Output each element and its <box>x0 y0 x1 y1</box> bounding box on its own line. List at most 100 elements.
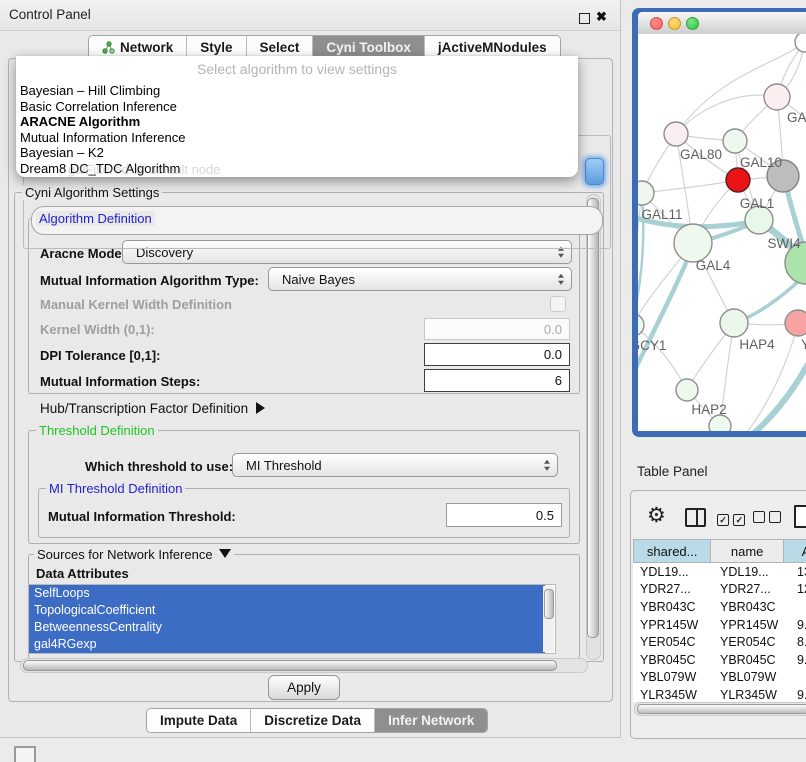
tab-label: Network <box>120 40 173 55</box>
manual-kernel-width-checkbox[interactable] <box>550 296 566 312</box>
mi-algorithm-type-combobox[interactable]: Naive Bayes <box>268 267 572 291</box>
algorithm-option[interactable]: Mutual Information Inference <box>20 130 574 146</box>
network-node-label: GAL <box>787 110 806 125</box>
table-cell: 9. <box>787 688 806 702</box>
hub-definition-section[interactable]: Hub/Transcription Factor Definition <box>40 401 265 416</box>
column-header-shared-name[interactable]: shared... <box>633 539 711 563</box>
attributes-scrollbar-track[interactable] <box>543 586 554 652</box>
algorithm-option[interactable]: Bayesian – Hill Climbing <box>20 83 574 99</box>
network-edge[interactable] <box>638 244 694 380</box>
table-panel-title: Table Panel <box>637 464 708 479</box>
settings-hscrollbar-thumb[interactable] <box>23 660 557 671</box>
algorithm-option[interactable]: ARACNE Algorithm <box>20 114 574 130</box>
float-window-icon[interactable] <box>579 13 590 24</box>
network-node[interactable] <box>674 224 712 262</box>
zoom-window-icon[interactable] <box>686 17 699 30</box>
apply-button[interactable]: Apply <box>268 675 340 700</box>
split-columns-icon[interactable] <box>685 508 706 527</box>
table-row[interactable]: YDR27...YDR27...12 <box>633 581 806 599</box>
minimize-window-icon[interactable] <box>668 17 681 30</box>
mi-threshold-label: Mutual Information Threshold: <box>48 509 236 524</box>
table-panel: ⚙ ✓ ✓ shared... name A YDL19...YDL19...1… <box>630 490 806 739</box>
table-cell: YPR145W <box>633 618 713 632</box>
table-cell: YLR345W <box>713 688 787 702</box>
network-node-label: SWI4 <box>767 236 800 251</box>
data-attribute-item[interactable]: SelfLoops <box>29 585 545 602</box>
data-attribute-item[interactable]: TopologicalCoefficient <box>29 602 545 619</box>
focused-combo-button-fragment[interactable] <box>585 158 604 185</box>
collapse-arrow-icon[interactable] <box>219 549 231 558</box>
background-network-name: galFiltered.sif default node <box>68 162 220 177</box>
sources-group-title[interactable]: Sources for Network Inference <box>34 547 234 562</box>
table-cell: YBR045C <box>713 653 787 667</box>
gear-icon[interactable]: ⚙ <box>647 503 666 528</box>
network-node-label: GAL10 <box>740 155 782 170</box>
data-attribute-item[interactable]: gal4RGexp <box>29 636 545 653</box>
dpi-tolerance-field[interactable]: 0.0 <box>424 343 570 366</box>
table-row[interactable]: YBR045CYBR045C9. <box>633 651 806 669</box>
table-cell: YBR043C <box>713 600 787 614</box>
which-threshold-combobox[interactable]: MI Threshold <box>232 453 558 477</box>
network-node[interactable] <box>723 129 747 153</box>
table-hscrollbar-track[interactable] <box>634 702 806 716</box>
tab-discretize-data[interactable]: Discretize Data <box>251 709 375 732</box>
table-cell: YBL079W <box>633 670 713 684</box>
tab-label: jActiveMNodules <box>438 40 547 55</box>
which-threshold-value: MI Threshold <box>246 458 322 473</box>
table-row[interactable]: YBR043CYBR043C <box>633 598 806 616</box>
table-row[interactable]: YBL079WYBL079W <box>633 669 806 687</box>
network-canvas-svg: GALGAL80GAL10GAL1GAL11SWI4GAL4GCY1HAP4YH… <box>638 34 806 431</box>
network-node[interactable] <box>785 310 806 336</box>
tab-infer-network[interactable]: Infer Network <box>375 709 487 732</box>
network-node[interactable] <box>795 34 806 52</box>
cyni-algorithm-settings-title: Cyni Algorithm Settings <box>22 185 162 200</box>
close-icon[interactable]: ✖ <box>596 9 607 25</box>
data-attributes-label: Data Attributes <box>36 566 129 581</box>
tab-label: Discretize Data <box>264 713 361 728</box>
algorithm-dropdown-popup: Select algorithm to view settings Bayesi… <box>16 56 578 177</box>
network-canvas[interactable]: GALGAL80GAL10GAL1GAL11SWI4GAL4GCY1HAP4YH… <box>638 34 806 431</box>
network-node[interactable] <box>720 309 748 337</box>
deselect-all-columns-icon[interactable] <box>753 510 781 528</box>
network-node[interactable] <box>726 168 750 192</box>
network-node[interactable] <box>638 181 654 205</box>
tab-impute-data[interactable]: Impute Data <box>147 709 251 732</box>
table-row[interactable]: YER054CYER054C8. <box>633 633 806 651</box>
mi-threshold-field[interactable]: 0.5 <box>446 503 562 527</box>
tab-label: Infer Network <box>388 713 474 728</box>
manual-kernel-width-label: Manual Kernel Width Definition <box>40 297 232 312</box>
data-attribute-item[interactable]: BetweennessCentrality <box>29 619 545 636</box>
column-header-name[interactable]: name <box>711 539 784 563</box>
tab-label: Select <box>260 40 300 55</box>
control-panel-window: Control Panel ✖ Network Style Select Cyn… <box>0 0 621 738</box>
table-cell: YLR345W <box>633 688 713 702</box>
table-row[interactable]: YDL19...YDL19...13 <box>633 563 806 581</box>
column-header-partial[interactable]: A <box>784 539 806 563</box>
select-all-columns-icon[interactable]: ✓ ✓ <box>717 510 745 528</box>
corner-gadget-icon[interactable] <box>14 746 36 762</box>
network-node[interactable] <box>664 122 688 146</box>
network-edge[interactable] <box>642 180 738 193</box>
algorithm-option[interactable]: Bayesian – K2 <box>20 145 574 161</box>
network-node[interactable] <box>676 379 698 401</box>
screen: Control Panel ✖ Network Style Select Cyn… <box>0 0 806 762</box>
table-row[interactable]: YLR345WYLR345W9. <box>633 686 806 702</box>
kernel-width-field[interactable]: 0.0 <box>424 318 570 340</box>
new-table-icon[interactable] <box>794 505 806 528</box>
control-panel-titlebar: Control Panel ✖ <box>0 0 620 31</box>
network-tab-icon <box>102 41 115 54</box>
table-row[interactable]: YPR145WYPR145W9. <box>633 616 806 634</box>
network-node-label: HAP2 <box>691 402 726 417</box>
close-window-icon[interactable] <box>650 17 663 30</box>
algorithm-option[interactable]: Basic Correlation Inference <box>20 99 574 115</box>
table-hscrollbar-thumb[interactable] <box>637 704 806 714</box>
expand-arrow-icon[interactable] <box>256 402 265 414</box>
table-cell: YDR27... <box>713 582 787 596</box>
settings-scrollbar-thumb[interactable] <box>587 198 599 638</box>
network-edge[interactable] <box>638 325 687 390</box>
network-node[interactable] <box>764 84 790 110</box>
network-edge[interactable] <box>730 364 806 431</box>
network-node[interactable] <box>709 415 731 431</box>
mi-steps-field[interactable]: 6 <box>424 369 570 392</box>
attributes-scrollbar-thumb[interactable] <box>544 589 554 619</box>
